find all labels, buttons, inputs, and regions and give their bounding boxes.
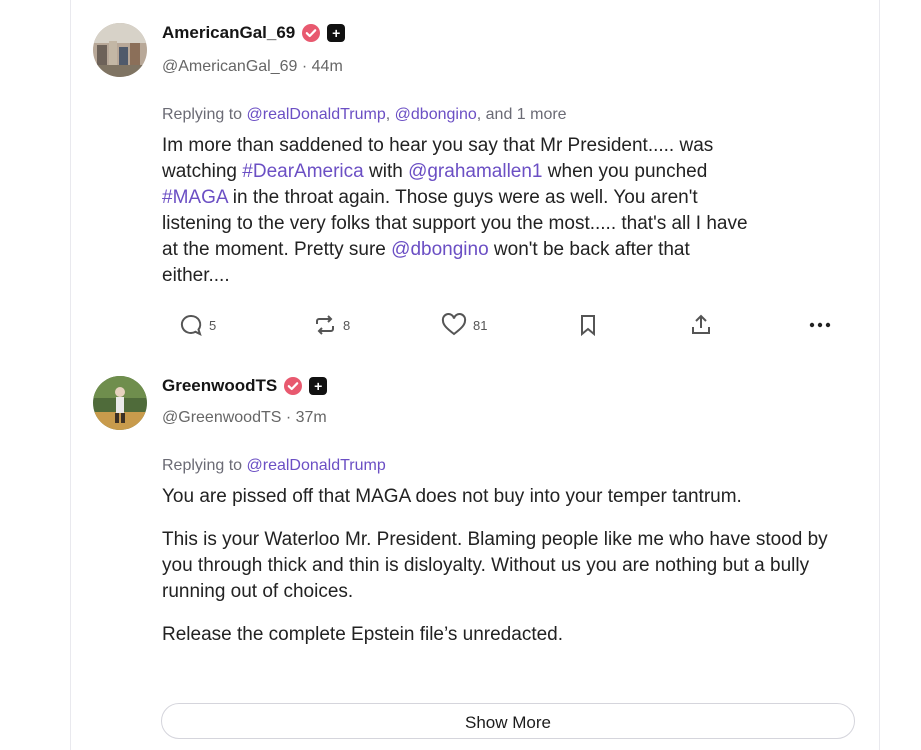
mention-link[interactable]: @dbongino <box>391 239 488 260</box>
reply-mention[interactable]: @realDonaldTrump <box>247 457 386 474</box>
handle[interactable]: @AmericanGal_69 <box>162 58 297 75</box>
post-body-line: listening to the very folks that support… <box>162 211 842 237</box>
handle-time: @GreenwoodTS · 37m <box>162 409 327 427</box>
repost-icon <box>316 315 334 335</box>
body-text-segment: Im more than saddened to hear you say th… <box>162 135 714 156</box>
reply-prefix: Replying to <box>162 106 247 123</box>
separator: · <box>281 409 296 426</box>
body-text-segment: when you punched <box>542 161 708 182</box>
repost-count: 8 <box>343 317 351 333</box>
timestamp[interactable]: 44m <box>312 58 343 75</box>
body-text-segment: listening to the very folks that support… <box>162 213 748 234</box>
feed-column: AmericanGal_69 + @AmericanGal_69 · 44m R… <box>70 0 880 750</box>
avatar[interactable] <box>93 376 147 430</box>
body-text-segment: at the moment. Pretty sure <box>162 239 392 260</box>
more-icon <box>809 322 831 328</box>
timestamp[interactable]: 37m <box>296 409 327 426</box>
reply-prefix: Replying to <box>162 457 247 474</box>
hashtag-link[interactable]: #MAGA <box>162 187 227 208</box>
post-paragraph: This is your Waterloo Mr. President. Bla… <box>162 529 828 602</box>
action-bar: 5 8 81 <box>179 313 859 347</box>
post-body-line: Im more than saddened to hear you say th… <box>162 133 842 159</box>
post-body: You are pissed off that MAGA does not bu… <box>162 484 842 665</box>
repost-button[interactable]: 8 <box>313 313 350 337</box>
handle-time: @AmericanGal_69 · 44m <box>162 58 343 76</box>
bookmark-icon <box>581 315 595 337</box>
like-icon <box>441 313 467 336</box>
post-paragraph: Release the complete Epstein file’s unre… <box>162 624 564 645</box>
reply-icon <box>180 314 202 336</box>
body-text-segment: either.... <box>162 265 230 286</box>
truncated-text-fade <box>162 676 842 698</box>
plus-badge-icon: + <box>309 377 328 395</box>
post-body: Im more than saddened to hear you say th… <box>162 133 842 289</box>
display-name[interactable]: AmericanGal_69 <box>162 23 295 43</box>
reply-count: 5 <box>209 317 217 333</box>
avatar[interactable] <box>93 23 147 77</box>
display-name[interactable]: GreenwoodTS <box>162 376 277 396</box>
verified-badge-icon <box>284 377 303 395</box>
separator: · <box>297 58 312 75</box>
bookmark-button[interactable] <box>577 313 599 337</box>
plus-badge-icon: + <box>327 24 346 42</box>
show-more-button[interactable]: Show More <box>161 703 855 739</box>
post-body-line: at the moment. Pretty sure @dbongino won… <box>162 237 842 263</box>
body-text-segment: won't be back after that <box>488 239 690 260</box>
mention-link[interactable]: @grahamallen1 <box>408 161 542 182</box>
post-americangal[interactable]: AmericanGal_69 + @AmericanGal_69 · 44m R… <box>71 0 879 360</box>
hashtag-link[interactable]: #DearAmerica <box>242 161 363 182</box>
share-button[interactable] <box>689 313 713 337</box>
body-text-segment: in the throat again. Those guys were as … <box>227 187 698 208</box>
verified-badge-icon <box>302 24 321 42</box>
post-paragraph: You are pissed off that MAGA does not bu… <box>162 486 742 507</box>
body-text-segment: watching <box>162 161 243 182</box>
more-button[interactable] <box>807 313 833 337</box>
reply-button[interactable]: 5 <box>179 313 216 337</box>
reply-mention[interactable]: @realDonaldTrump <box>247 106 386 123</box>
reply-mention[interactable]: @dbongino <box>395 106 477 123</box>
reply-suffix: , and 1 more <box>476 106 567 123</box>
body-text-segment: with <box>363 161 409 182</box>
post-body-line: watching #DearAmerica with @grahamallen1… <box>162 159 842 185</box>
reply-context: Replying to @realDonaldTrump <box>162 457 386 475</box>
handle[interactable]: @GreenwoodTS <box>162 409 281 426</box>
like-button[interactable]: 81 <box>441 313 487 337</box>
reply-context: Replying to @realDonaldTrump, @dbongino,… <box>162 106 567 123</box>
post-body-line: #MAGA in the throat again. Those guys we… <box>162 185 842 211</box>
post-body-line: either.... <box>162 263 842 289</box>
share-icon <box>692 314 710 334</box>
like-count: 81 <box>473 317 488 333</box>
